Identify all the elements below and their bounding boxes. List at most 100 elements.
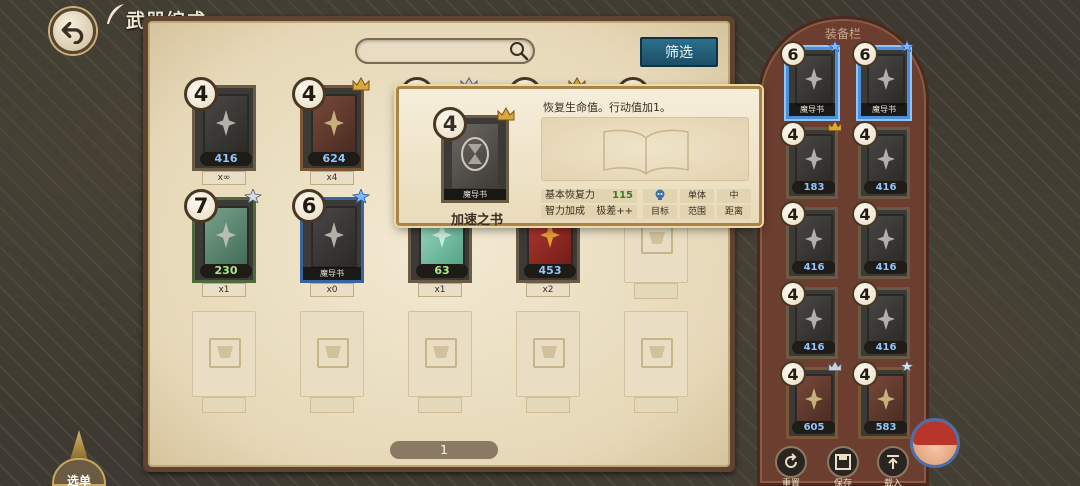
empty-card bbox=[516, 311, 580, 397]
load-icon-circle bbox=[877, 446, 909, 478]
cost-badge: 4 bbox=[780, 361, 806, 387]
quantity-label: x2 bbox=[526, 283, 570, 297]
card-illustration bbox=[541, 117, 749, 181]
stat-label: 基本恢复力 bbox=[545, 190, 595, 201]
card-stats: 基本恢复力 115 智力加成 极差++ bbox=[541, 189, 637, 221]
crown-icon bbox=[497, 107, 515, 121]
stat-row: 智力加成 极差++ bbox=[541, 205, 637, 219]
equipment-slot[interactable]: 魔导书 6 bbox=[780, 40, 842, 121]
open-book-illustration bbox=[603, 129, 689, 176]
quantity-label: x0 bbox=[310, 283, 354, 297]
card-type-label: 魔导书 bbox=[303, 267, 361, 280]
power-value: 63 bbox=[416, 264, 468, 278]
equipment-slot[interactable]: 183 4 bbox=[780, 120, 842, 201]
empty-card bbox=[408, 311, 472, 397]
power-value: 416 bbox=[200, 152, 252, 166]
search-box[interactable] bbox=[355, 38, 535, 64]
card-type-label: 魔导书 bbox=[861, 103, 907, 116]
avatar-hair bbox=[913, 421, 957, 445]
search-icon[interactable] bbox=[509, 41, 529, 61]
book-emblem-icon bbox=[216, 110, 236, 136]
card-slot[interactable]: 魔导书 6 x0 bbox=[292, 189, 370, 311]
target-icon-cell bbox=[643, 189, 677, 203]
empty-card bbox=[300, 311, 364, 397]
cost-badge: 4 bbox=[780, 281, 806, 307]
empty-quantity-tab bbox=[634, 283, 678, 299]
character-avatar[interactable] bbox=[910, 418, 960, 468]
book-emblem-icon bbox=[877, 388, 895, 410]
equipment-slot[interactable]: 416 4 bbox=[852, 201, 912, 281]
book-emblem-icon bbox=[877, 308, 895, 330]
silver-crown-icon bbox=[828, 360, 842, 372]
card-detail-tooltip: 4 魔导书 加速之书 恢复生命值。行动值加1。 基本恢复力 115 智力加成 极… bbox=[396, 86, 762, 228]
cost-badge: 4 bbox=[852, 361, 878, 387]
power-value: 583 bbox=[864, 421, 907, 434]
load-icon bbox=[887, 455, 899, 469]
equipment-slot[interactable]: 416 4 bbox=[852, 281, 912, 361]
target-label: 目标 bbox=[643, 205, 677, 219]
save-icon bbox=[835, 454, 851, 470]
stat-value: 极差++ bbox=[596, 206, 633, 217]
equipment-slot[interactable]: 416 4 bbox=[780, 281, 840, 361]
book-emblem-icon bbox=[805, 148, 823, 170]
target-icon bbox=[655, 189, 665, 200]
stat-label: 智力加成 bbox=[545, 206, 585, 217]
equipment-slot[interactable]: 魔导书 6 bbox=[852, 40, 914, 121]
blue-star-icon bbox=[828, 40, 842, 52]
reset-label: 重置 bbox=[781, 479, 800, 486]
back-button[interactable] bbox=[50, 8, 96, 54]
power-value: 453 bbox=[524, 264, 576, 278]
save-button[interactable]: 保存 bbox=[826, 446, 860, 486]
equipment-actions: 重置 保存 载入 bbox=[772, 446, 922, 486]
save-icon-circle bbox=[827, 446, 859, 478]
book-emblem-icon bbox=[324, 110, 344, 136]
card-slot[interactable]: 416 4 x∞ bbox=[184, 77, 258, 199]
empty-card-slot bbox=[404, 305, 474, 425]
book-emblem-icon bbox=[216, 222, 236, 248]
search-input[interactable] bbox=[357, 40, 497, 62]
cost-badge: 6 bbox=[780, 41, 806, 67]
equipment-slot[interactable]: 416 4 bbox=[780, 201, 840, 281]
cost-badge: 4 bbox=[433, 107, 467, 141]
load-button[interactable]: 载入 bbox=[876, 446, 910, 486]
equipment-slot[interactable]: 605 4 bbox=[780, 360, 842, 441]
card-name: 加速之书 bbox=[450, 213, 503, 228]
equipment-slot[interactable]: 583 4 bbox=[852, 360, 914, 441]
cost-badge: 7 bbox=[184, 189, 218, 223]
card-slot[interactable]: 624 4 x4 bbox=[292, 77, 370, 199]
blue-star-icon bbox=[900, 40, 914, 52]
card-attributes: 单体 中 目标 范围 距离 bbox=[643, 189, 751, 219]
power-value: 230 bbox=[200, 264, 252, 278]
book-emblem-icon bbox=[877, 148, 895, 170]
crown-icon bbox=[828, 120, 842, 132]
cost-badge: 6 bbox=[292, 189, 326, 223]
range-value: 单体 bbox=[680, 189, 714, 203]
attribute-row-values: 单体 中 bbox=[643, 189, 751, 203]
power-value: 416 bbox=[864, 261, 907, 274]
card-slot[interactable]: 230 7 x1 bbox=[184, 189, 262, 311]
quantity-label: x4 bbox=[310, 171, 354, 185]
empty-slot-icon bbox=[641, 338, 673, 368]
empty-card-slot bbox=[296, 305, 366, 425]
empty-slot-icon bbox=[533, 338, 565, 368]
page-indicator[interactable]: 1 bbox=[390, 441, 498, 459]
filter-button[interactable]: 筛选 bbox=[640, 37, 718, 67]
empty-slot-icon bbox=[425, 338, 457, 368]
spire-icon bbox=[70, 430, 88, 460]
empty-card bbox=[624, 311, 688, 397]
book-emblem-icon bbox=[324, 222, 344, 248]
quill-icon bbox=[107, 4, 124, 24]
weapon-list-panel: 筛选 4164x∞6244x44352307x1魔导书6x063x1453x2 … bbox=[143, 16, 735, 472]
equipment-slot[interactable]: 416 4 bbox=[852, 121, 912, 201]
empty-quantity-tab bbox=[202, 397, 246, 413]
empty-card-slot bbox=[188, 305, 258, 425]
power-value: 416 bbox=[792, 341, 835, 354]
stat-row: 基本恢复力 115 bbox=[541, 189, 637, 203]
empty-slot-icon bbox=[209, 338, 241, 368]
menu-button[interactable]: 选单 bbox=[48, 430, 110, 486]
empty-card-slot bbox=[512, 305, 582, 425]
distance-label: 距离 bbox=[717, 205, 751, 219]
cost-badge: 6 bbox=[852, 41, 878, 67]
reset-button[interactable]: 重置 bbox=[774, 446, 808, 486]
load-label: 载入 bbox=[883, 479, 902, 486]
